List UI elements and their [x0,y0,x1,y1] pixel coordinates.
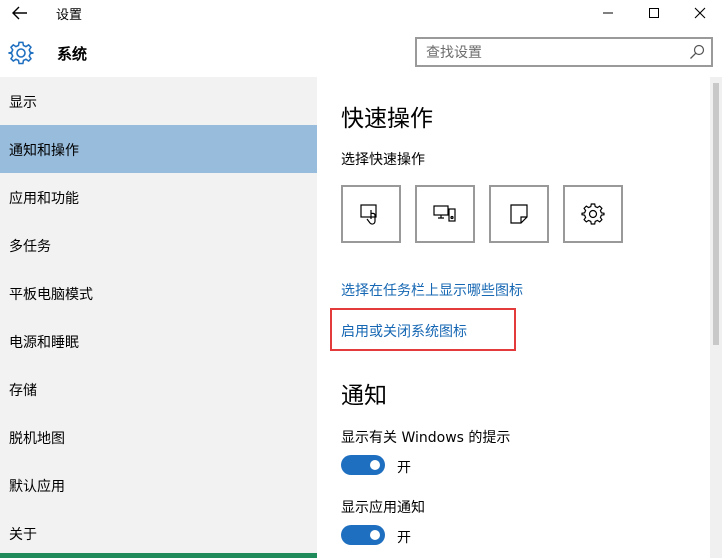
quick-actions-heading: 快速操作 [341,106,433,132]
window-title: 设置 [56,8,83,23]
sidebar-nav: 显示 通知和操作 应用和功能 多任务 平板电脑模式 电源和睡眠 存储 脱机地图 … [0,77,317,558]
sidebar-item-display[interactable]: 显示 [0,77,317,125]
sidebar-item-offline-maps[interactable]: 脱机地图 [0,413,317,461]
windows-tips-toggle-state: 开 [397,460,411,476]
tablet-mode-icon [360,204,377,225]
sidebar-item-multitasking[interactable]: 多任务 [0,221,317,269]
back-arrow-icon [12,6,27,20]
windows-tips-toggle[interactable] [341,455,385,475]
app-notifications-toggle-state: 开 [397,530,411,546]
taskbar-icons-link[interactable]: 选择在任务栏上显示哪些图标 [341,280,523,300]
app-notifications-label: 显示应用通知 [341,500,425,516]
maximize-button[interactable] [631,0,677,26]
search-box[interactable] [415,37,713,67]
minimize-icon [603,12,613,14]
settings-gear-icon [8,41,34,65]
page-header: 系统 [0,26,722,76]
sidebar-bottom-strip [0,553,317,558]
quick-actions-subtitle: 选择快速操作 [341,152,425,168]
notifications-heading: 通知 [341,383,387,409]
sidebar-item-about[interactable]: 关于 [0,509,317,557]
quick-action-project[interactable] [415,185,475,243]
sidebar-item-label: 通知和操作 [9,143,79,159]
windows-tips-label: 显示有关 Windows 的提示 [341,430,511,446]
toggle-knob [370,530,380,540]
quick-action-tablet-mode[interactable] [341,185,401,243]
quick-action-settings[interactable] [563,185,623,243]
main-content: 快速操作 选择快速操作 选择在任务栏上显示哪些图标 启用或关闭系统图标 通知 显… [317,77,710,558]
system-icons-link[interactable]: 启用或关闭系统图标 [341,321,467,341]
toggle-knob [370,460,380,470]
note-icon [510,204,528,224]
search-input[interactable] [426,43,676,63]
quick-action-note[interactable] [489,185,549,243]
sidebar-item-label: 脱机地图 [9,431,65,447]
sidebar-item-storage[interactable]: 存储 [0,365,317,413]
sidebar-item-power-sleep[interactable]: 电源和睡眠 [0,317,317,365]
section-title: 系统 [57,45,88,63]
search-icon[interactable] [689,44,705,60]
title-bar: 设置 [0,0,722,26]
sidebar-item-default-apps[interactable]: 默认应用 [0,461,317,509]
sidebar-item-label: 应用和功能 [9,191,79,207]
sidebar-item-label: 存储 [9,383,37,399]
sidebar-item-label: 显示 [9,95,37,111]
content-scrollbar[interactable] [710,77,722,558]
back-button[interactable] [6,2,34,24]
sidebar-item-notifications[interactable]: 通知和操作 [0,125,317,173]
sidebar-item-label: 多任务 [9,239,51,255]
sidebar-item-apps[interactable]: 应用和功能 [0,173,317,221]
sidebar-item-tablet-mode[interactable]: 平板电脑模式 [0,269,317,317]
close-button[interactable] [677,0,722,26]
project-icon [433,205,456,222]
close-icon [694,7,706,19]
sidebar-item-label: 平板电脑模式 [9,287,93,303]
settings-icon [581,203,605,225]
sidebar-item-label: 关于 [9,527,37,543]
scrollbar-thumb[interactable] [713,83,719,345]
sidebar-item-label: 电源和睡眠 [9,335,79,351]
sidebar-item-label: 默认应用 [9,479,65,495]
app-notifications-toggle[interactable] [341,525,385,545]
minimize-button[interactable] [585,0,631,26]
maximize-icon [649,8,659,18]
